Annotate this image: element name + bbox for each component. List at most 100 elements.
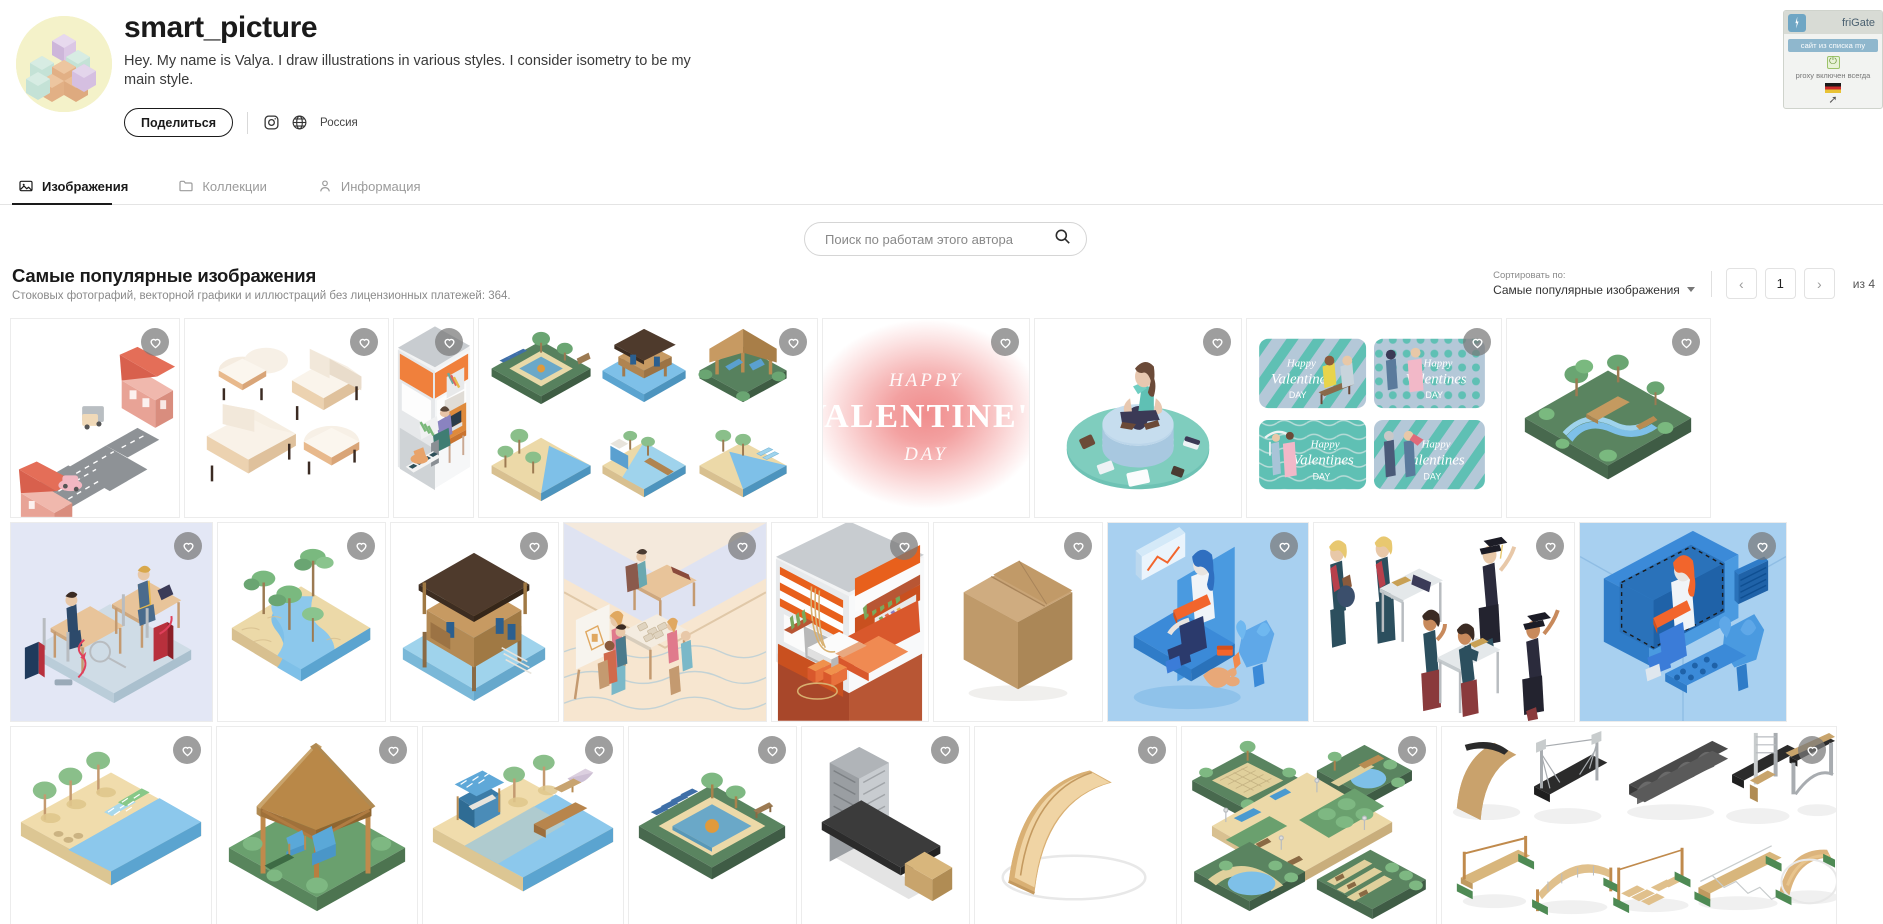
next-page-button[interactable]: › bbox=[1803, 268, 1835, 299]
favorite-button[interactable] bbox=[991, 328, 1019, 356]
favorite-button[interactable] bbox=[728, 532, 756, 560]
heart-icon bbox=[1544, 542, 1556, 552]
tile-park-bridge[interactable] bbox=[1506, 318, 1711, 518]
favorite-button[interactable] bbox=[931, 736, 959, 764]
favorite-button[interactable] bbox=[141, 328, 169, 356]
svg-text:Happy: Happy bbox=[1421, 439, 1451, 451]
favorite-button[interactable] bbox=[1203, 328, 1231, 356]
heart-icon bbox=[999, 338, 1011, 348]
favorite-button[interactable] bbox=[1672, 328, 1700, 356]
tile-road-houses[interactable] bbox=[10, 318, 180, 518]
tile-pier-kiosk[interactable] bbox=[422, 726, 624, 924]
tile-gray-bridge[interactable] bbox=[801, 726, 970, 924]
tile-graduation[interactable] bbox=[1313, 522, 1575, 722]
svg-text:Happy: Happy bbox=[1310, 439, 1340, 451]
frigate-title: friGate bbox=[1841, 16, 1875, 29]
heart-icon bbox=[358, 338, 370, 348]
frigate-widget[interactable]: friGate сайт из списка my proxy включен … bbox=[1783, 10, 1883, 109]
section-subtitle: Стоковых фотографий, векторной графики и… bbox=[12, 290, 511, 302]
svg-text:Valentines: Valentines bbox=[1271, 371, 1332, 387]
search-input[interactable] bbox=[823, 230, 1053, 248]
tile-art-class[interactable] bbox=[563, 522, 767, 722]
profile-header: smart_picture Hey. My name is Valya. I d… bbox=[0, 0, 1883, 137]
tile-river-trees[interactable] bbox=[217, 522, 386, 722]
tile-artwork: Happy Valentines DAY Happy Valentines DA… bbox=[1247, 319, 1501, 517]
power-icon[interactable] bbox=[1826, 55, 1840, 69]
tab-collections[interactable]: Коллекции bbox=[172, 178, 281, 204]
favorite-button[interactable] bbox=[585, 736, 613, 764]
grid-row bbox=[10, 522, 1873, 722]
svg-text:DAY: DAY bbox=[1313, 471, 1331, 481]
page-number[interactable]: 1 bbox=[1764, 268, 1796, 299]
tile-valentines-card[interactable]: HAPPY VALENTINE'S DAY bbox=[822, 318, 1030, 518]
favorite-button[interactable] bbox=[174, 532, 202, 560]
favorite-button[interactable] bbox=[758, 736, 786, 764]
favorite-button[interactable] bbox=[1748, 532, 1776, 560]
tile-bedroom-orange[interactable] bbox=[771, 522, 929, 722]
tab-information[interactable]: Информация bbox=[311, 178, 435, 204]
favorite-button[interactable] bbox=[779, 328, 807, 356]
frigate-list-chip[interactable]: сайт из списка my bbox=[1788, 39, 1878, 52]
favorite-button[interactable] bbox=[1536, 532, 1564, 560]
tile-park-set[interactable] bbox=[478, 318, 818, 518]
tile-sofas[interactable] bbox=[184, 318, 389, 518]
tile-arch-bridge[interactable] bbox=[974, 726, 1177, 924]
arrow-up-icon[interactable]: ➚ bbox=[1788, 95, 1878, 106]
sort-control[interactable]: Сортировать по: Самые популярные изображ… bbox=[1493, 270, 1711, 297]
favorite-button[interactable] bbox=[350, 328, 378, 356]
tile-bridges-set[interactable] bbox=[1441, 726, 1837, 924]
heart-icon bbox=[1756, 542, 1768, 552]
heart-icon bbox=[1680, 338, 1692, 348]
sort-value-row[interactable]: Самые популярные изображения bbox=[1493, 283, 1695, 297]
tile-wooden-pavilion[interactable] bbox=[216, 726, 418, 924]
favorite-button[interactable] bbox=[520, 532, 548, 560]
image-icon bbox=[19, 180, 33, 192]
tile-study-desks[interactable] bbox=[10, 522, 213, 722]
avatar[interactable] bbox=[16, 16, 112, 112]
favorite-button[interactable] bbox=[173, 736, 201, 764]
tile-home-office[interactable] bbox=[393, 318, 474, 518]
page-title: smart_picture bbox=[124, 11, 318, 44]
tile-stilt-house[interactable] bbox=[390, 522, 559, 722]
favorite-button[interactable] bbox=[1064, 532, 1092, 560]
tile-remote-work-blue[interactable] bbox=[1107, 522, 1309, 722]
favorite-button[interactable] bbox=[1270, 532, 1298, 560]
tab-information-label: Информация bbox=[340, 178, 421, 194]
favorite-button[interactable] bbox=[1398, 736, 1426, 764]
heart-icon bbox=[149, 338, 161, 348]
globe-icon[interactable] bbox=[290, 113, 309, 132]
heart-icon bbox=[1406, 746, 1418, 756]
tile-meditation[interactable] bbox=[1034, 318, 1242, 518]
action-divider bbox=[247, 111, 249, 134]
tile-park-plans[interactable] bbox=[1181, 726, 1437, 924]
tab-collections-label: Коллекции bbox=[202, 178, 267, 194]
instagram-icon[interactable] bbox=[262, 113, 281, 132]
heart-icon bbox=[1278, 542, 1290, 552]
tile-online-learning-blue[interactable] bbox=[1579, 522, 1787, 722]
search-box[interactable] bbox=[804, 222, 1087, 256]
share-button[interactable]: Поделиться bbox=[124, 108, 234, 137]
tile-beach-landscape[interactable] bbox=[10, 726, 212, 924]
search-icon[interactable] bbox=[1053, 227, 1072, 251]
heart-icon bbox=[1211, 338, 1223, 348]
favorite-button[interactable] bbox=[435, 328, 463, 356]
tab-images[interactable]: Изображения bbox=[12, 178, 142, 205]
heart-icon bbox=[528, 542, 540, 552]
favorite-button[interactable] bbox=[1138, 736, 1166, 764]
favorite-button[interactable] bbox=[347, 532, 375, 560]
prev-page-button[interactable]: ‹ bbox=[1725, 268, 1757, 299]
chevron-down-icon[interactable] bbox=[1686, 287, 1695, 293]
frigate-header: friGate bbox=[1784, 11, 1882, 34]
tile-cardboard-box[interactable] bbox=[933, 522, 1103, 722]
heart-icon bbox=[766, 746, 778, 756]
heart-icon bbox=[181, 746, 193, 756]
tile-pool-loungers[interactable] bbox=[628, 726, 797, 924]
favorite-button[interactable] bbox=[890, 532, 918, 560]
tile-valentines-grid[interactable]: Happy Valentines DAY Happy Valentines DA… bbox=[1246, 318, 1502, 518]
favorite-button[interactable] bbox=[1463, 328, 1491, 356]
frigate-status: proxy включен всегда bbox=[1795, 71, 1871, 80]
heart-icon bbox=[355, 542, 367, 552]
favorite-button[interactable] bbox=[379, 736, 407, 764]
germany-flag-icon bbox=[1825, 83, 1841, 93]
favorite-button[interactable] bbox=[1798, 736, 1826, 764]
